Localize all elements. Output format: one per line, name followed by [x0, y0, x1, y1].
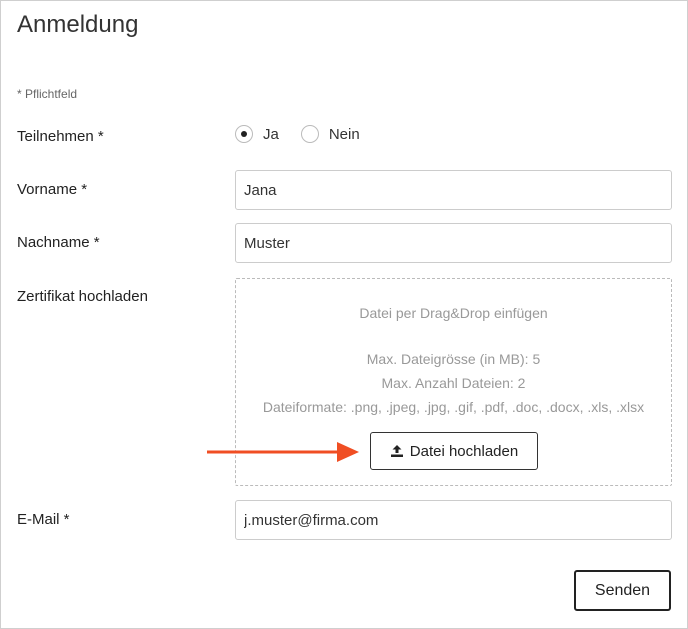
allowed-formats: Dateiformate: .png, .jpeg, .jpg, .gif, .… — [262, 399, 645, 415]
participate-radio-group: Ja Nein — [235, 125, 382, 143]
form-title: Anmeldung — [17, 11, 139, 38]
upload-file-button[interactable]: Datei hochladen — [370, 432, 538, 470]
max-file-count: Max. Anzahl Dateien: 2 — [381, 375, 526, 391]
lastname-label: Nachname * — [17, 234, 100, 251]
radio-ja[interactable]: Ja — [235, 125, 279, 143]
radio-nein[interactable]: Nein — [300, 125, 360, 143]
radio-nein-label: Nein — [328, 125, 360, 143]
required-note: * Pflichtfeld — [17, 87, 78, 101]
firstname-input[interactable] — [235, 170, 672, 210]
participate-label: Teilnehmen * — [17, 128, 104, 145]
email-label: E-Mail * — [17, 511, 70, 528]
max-file-size: Max. Dateigrösse (in MB): 5 — [366, 351, 541, 367]
radio-selected-dot — [241, 131, 247, 137]
lastname-input[interactable] — [235, 223, 672, 263]
upload-file-label: Datei hochladen — [409, 442, 519, 460]
registration-form: Anmeldung * Pflichtfeld Teilnehmen * Ja … — [0, 0, 688, 629]
radio-ja-label: Ja — [263, 125, 279, 143]
email-input[interactable] — [235, 500, 672, 540]
radio-nein-circle[interactable] — [300, 125, 319, 143]
radio-ja-circle[interactable] — [235, 125, 253, 143]
firstname-label: Vorname * — [17, 181, 88, 198]
dropzone-hint: Datei per Drag&Drop einfügen — [359, 305, 548, 321]
arrow-right-icon — [207, 442, 359, 462]
upload-icon — [390, 445, 403, 457]
certificate-label: Zertifikat hochladen — [17, 288, 148, 305]
submit-button[interactable]: Senden — [574, 570, 671, 611]
